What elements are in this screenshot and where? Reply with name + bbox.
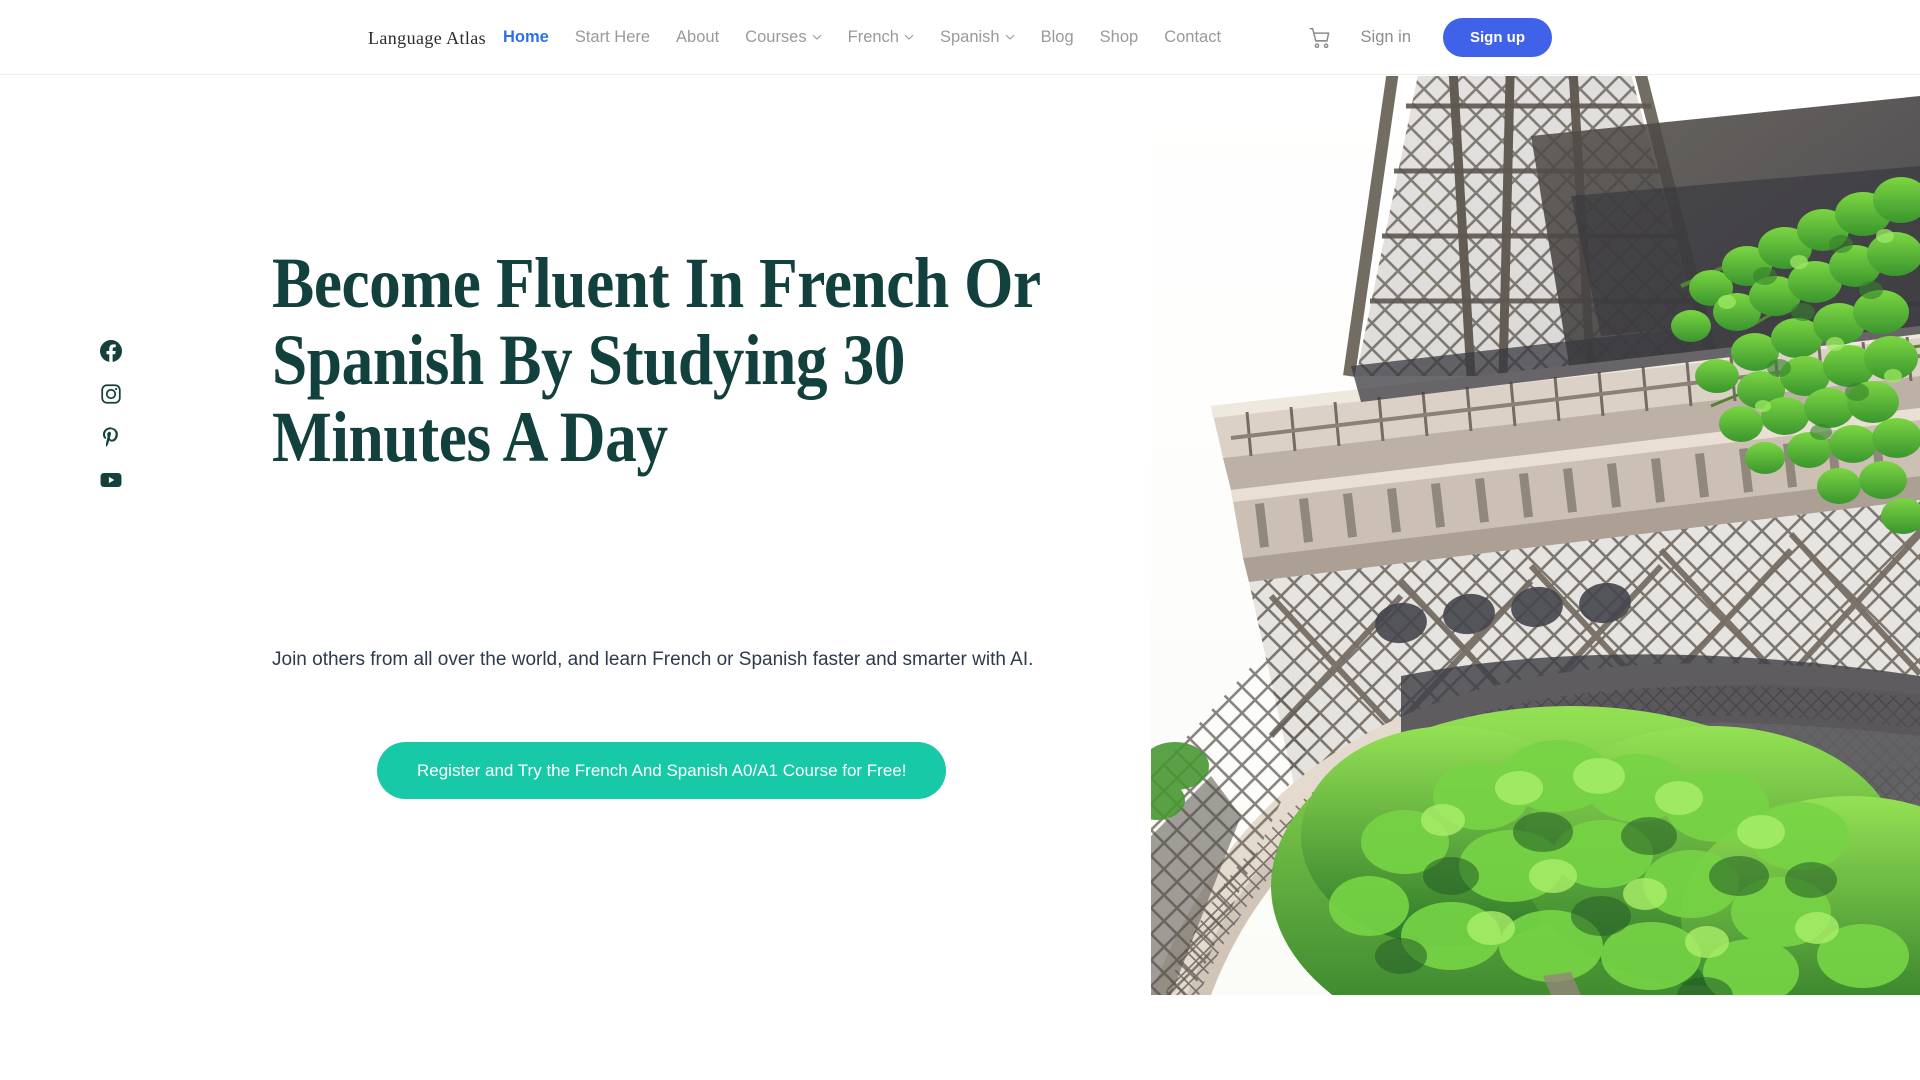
- nav-item-label: Blog: [1040, 28, 1074, 47]
- instagram-icon[interactable]: [100, 383, 122, 405]
- nav-item-contact[interactable]: Contact: [1151, 29, 1234, 46]
- nav-item-home[interactable]: Home: [490, 29, 562, 46]
- nav-item-about[interactable]: About: [663, 29, 732, 46]
- register-free-course-button[interactable]: Register and Try the French And Spanish …: [377, 742, 947, 799]
- nav-item-label: Contact: [1164, 28, 1222, 47]
- sign-in-link[interactable]: Sign in: [1361, 28, 1411, 47]
- sign-up-button[interactable]: Sign up: [1443, 18, 1552, 57]
- nav-item-blog[interactable]: Blog: [1028, 29, 1087, 46]
- chevron-down-icon: [904, 32, 914, 42]
- social-links-rail: [100, 340, 122, 491]
- chevron-down-icon: [1005, 32, 1015, 42]
- nav-item-spanish[interactable]: Spanish: [927, 29, 1028, 46]
- hero-subtitle: Join others from all over the world, and…: [272, 649, 1034, 670]
- nav-item-shop[interactable]: Shop: [1087, 29, 1152, 46]
- eiffel-tower-photo: [1151, 76, 1920, 995]
- nav-item-courses[interactable]: Courses: [732, 29, 834, 46]
- nav-item-label: About: [676, 28, 720, 47]
- nav-item-label: French: [847, 28, 899, 47]
- chevron-down-icon: [812, 32, 822, 42]
- nav-item-label: Courses: [745, 28, 807, 47]
- hero-content: Become Fluent In French Or Spanish By St…: [272, 244, 1092, 799]
- nav-item-label: Spanish: [939, 28, 1000, 47]
- pinterest-icon[interactable]: [100, 426, 122, 448]
- hero-cta-wrapper: Register and Try the French And Spanish …: [377, 742, 947, 799]
- nav-item-label: Home: [503, 28, 549, 47]
- nav-item-start-here[interactable]: Start Here: [562, 29, 663, 46]
- nav-item-label: Start Here: [574, 28, 651, 47]
- page-title: Become Fluent In French Or Spanish By St…: [272, 243, 1040, 478]
- nav-item-french[interactable]: French: [835, 29, 927, 46]
- top-navigation-bar: Language Atlas Home Start Here About Cou…: [0, 0, 1920, 75]
- site-logo[interactable]: Language Atlas: [368, 28, 486, 49]
- nav-item-label: Shop: [1099, 28, 1139, 47]
- youtube-icon[interactable]: [100, 469, 122, 491]
- nav-right-actions: Sign in Sign up: [1307, 0, 1552, 75]
- shopping-cart-icon[interactable]: [1307, 25, 1333, 51]
- main-nav-links: Home Start Here About Courses French Spa…: [490, 0, 1234, 75]
- facebook-icon[interactable]: [100, 340, 122, 362]
